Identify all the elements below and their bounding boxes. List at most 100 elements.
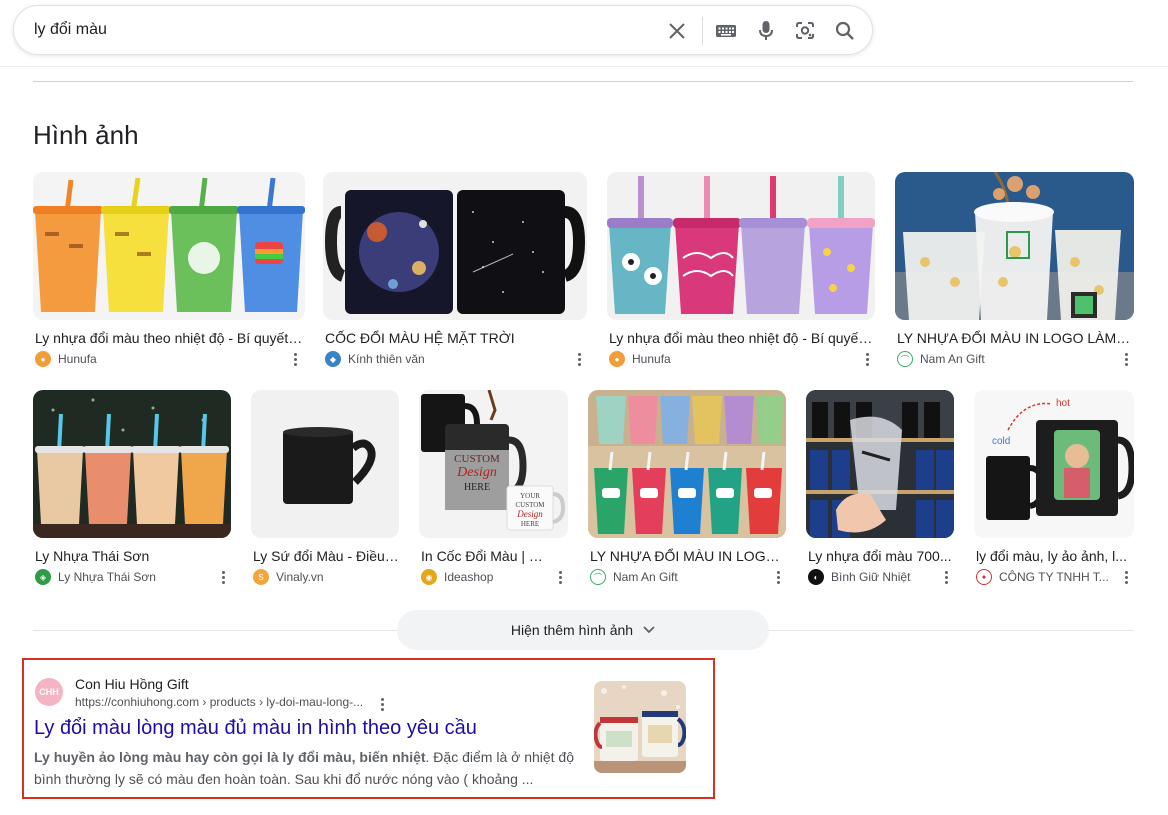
more-vert-icon[interactable] [376, 696, 388, 712]
more-vert-icon[interactable] [217, 569, 229, 585]
source-label: Bình Giữ Nhiệt [831, 570, 911, 584]
source-label: Ideashop [444, 570, 494, 584]
svg-text:HERE: HERE [464, 482, 490, 493]
svg-text:cold: cold [992, 436, 1010, 447]
image-card-1[interactable]: Ly nhựa đổi màu theo nhiệt độ - Bí quyết… [33, 172, 305, 372]
mic-icon[interactable] [754, 19, 778, 43]
image-card-title[interactable]: LY NHỰA ĐỔI MÀU IN LOGO ... [590, 548, 780, 564]
images-section-title: Hình ảnh [33, 120, 139, 150]
source-label: Nam An Gift [920, 352, 985, 366]
image-card-source[interactable]: ⌒ Nam An Gift [897, 351, 985, 367]
svg-text:CUSTOM: CUSTOM [454, 453, 500, 465]
svg-text:HERE: HERE [521, 520, 539, 528]
image-thumbnail[interactable] [33, 390, 231, 538]
image-thumbnail[interactable] [33, 172, 305, 320]
image-card-6[interactable]: Ly Sứ đổi Màu - Điều ... S Vinaly.vn [251, 390, 399, 590]
image-thumbnail[interactable] [607, 172, 875, 320]
telescope-favicon-icon: ◆ [325, 351, 341, 367]
image-card-source[interactable]: ⌒ Nam An Gift [590, 569, 678, 585]
image-thumbnail[interactable] [323, 172, 587, 320]
image-card-source[interactable]: ● Hunufa [609, 351, 671, 367]
image-card-10[interactable]: cold hot ly đổi màu, ly ảo ảnh, l... ✦ C… [974, 390, 1134, 590]
image-card-title[interactable]: In Cốc Đổi Màu | Ly ... [421, 548, 549, 564]
source-label: Nam An Gift [613, 570, 678, 584]
thai-son-favicon-icon: ◈ [35, 569, 51, 585]
nam-an-favicon-icon: ⌒ [897, 351, 913, 367]
image-card-7[interactable]: CUSTOM Design HERE YOUR CUSTOM Design HE… [419, 390, 568, 590]
search-input[interactable] [34, 15, 644, 45]
show-more-images-button[interactable]: Hiện thêm hình ảnh [397, 610, 769, 650]
site-url-text: https://conhiuhong.com › products › ly-d… [75, 695, 364, 709]
svg-text:YOUR: YOUR [520, 492, 540, 500]
image-thumbnail[interactable] [588, 390, 786, 538]
image-card-source[interactable]: S Vinaly.vn [253, 569, 324, 585]
image-card-title[interactable]: Ly Nhựa Thái Sơn [35, 548, 225, 564]
keyboard-icon[interactable] [714, 19, 738, 43]
nam-an-favicon-icon: ⌒ [590, 569, 606, 585]
lens-icon[interactable] [793, 19, 817, 43]
svg-text:CUSTOM: CUSTOM [515, 501, 545, 509]
more-vert-icon[interactable] [573, 351, 585, 367]
image-card-title[interactable]: Ly nhựa đổi màu theo nhiệt độ - Bí quyết… [609, 330, 875, 346]
image-card-title[interactable]: CỐC ĐỔI MÀU HỆ MẶT TRỜI [325, 330, 575, 346]
result-thumbnail[interactable] [594, 681, 686, 773]
image-card-9[interactable]: Ly nhựa đổi màu 700... ◐ Bình Giữ Nhiệt [806, 390, 954, 590]
image-card-title[interactable]: Ly Sứ đổi Màu - Điều ... [253, 548, 399, 564]
source-label: Vinaly.vn [276, 570, 324, 584]
header-divider [0, 66, 1168, 67]
image-card-3[interactable]: Ly nhựa đổi màu theo nhiệt độ - Bí quyết… [607, 172, 875, 372]
image-card-title[interactable]: LY NHỰA ĐỔI MÀU IN LOGO LÀM QUÀ ... [897, 330, 1134, 346]
more-vert-icon[interactable] [554, 569, 566, 585]
image-card-title[interactable]: Ly nhựa đổi màu 700... [808, 548, 954, 564]
image-card-source[interactable]: ◈ Ly Nhựa Thái Sơn [35, 569, 156, 585]
image-card-source[interactable]: ◆ Kính thiên văn [325, 351, 425, 367]
image-thumbnail[interactable]: CUSTOM Design HERE YOUR CUSTOM Design HE… [419, 390, 568, 538]
image-card-2[interactable]: CỐC ĐỔI MÀU HỆ MẶT TRỜI ◆ Kính thiên văn [323, 172, 587, 372]
chevron-down-icon [643, 626, 655, 634]
more-vert-icon[interactable] [772, 569, 784, 585]
section-divider [33, 81, 1133, 82]
image-thumbnail[interactable] [251, 390, 399, 538]
svg-text:Design: Design [516, 509, 543, 519]
site-url[interactable]: https://conhiuhong.com › products › ly-d… [75, 695, 363, 709]
svg-text:Design: Design [456, 465, 497, 480]
hunufa-favicon-icon: ● [609, 351, 625, 367]
more-vert-icon[interactable] [1120, 351, 1132, 367]
vinaly-favicon-icon: S [253, 569, 269, 585]
search-result: CHH Con Hiu Hồng Gift https://conhiuhong… [22, 658, 715, 799]
snippet-bold: Ly huyền ảo lòng màu hay còn gọi là ly đ… [34, 749, 426, 765]
image-card-title[interactable]: ly đổi màu, ly ảo ảnh, l... [976, 548, 1130, 564]
source-label: Kính thiên văn [348, 352, 425, 366]
source-label: CÔNG TY TNHH T... [999, 570, 1109, 584]
image-card-8[interactable]: LY NHỰA ĐỔI MÀU IN LOGO ... ⌒ Nam An Gif… [588, 390, 786, 590]
image-card-source[interactable]: ◐ Bình Giữ Nhiệt [808, 569, 910, 585]
hunufa-favicon-icon: ● [35, 351, 51, 367]
image-thumbnail[interactable]: cold hot [974, 390, 1134, 538]
image-thumbnail[interactable] [895, 172, 1134, 320]
result-title-link[interactable]: Ly đổi màu lòng màu đủ màu in hình theo … [34, 717, 477, 740]
result-snippet: Ly huyền ảo lòng màu hay còn gọi là ly đ… [34, 746, 579, 790]
more-vert-icon[interactable] [1120, 569, 1132, 585]
site-favicon-icon[interactable]: CHH [35, 678, 63, 706]
search-bar [13, 5, 873, 55]
image-thumbnail[interactable] [806, 390, 954, 538]
image-card-source[interactable]: ● Hunufa [35, 351, 97, 367]
more-vert-icon[interactable] [940, 569, 952, 585]
image-card-source[interactable]: ◉ Ideashop [421, 569, 493, 585]
more-vert-icon[interactable] [861, 351, 873, 367]
search-icon[interactable] [833, 19, 857, 43]
image-card-4[interactable]: LY NHỰA ĐỔI MÀU IN LOGO LÀM QUÀ ... ⌒ Na… [895, 172, 1134, 372]
search-bar-divider [702, 17, 703, 45]
source-label: Hunufa [632, 352, 671, 366]
svg-text:hot: hot [1056, 398, 1070, 409]
image-card-source[interactable]: ✦ CÔNG TY TNHH T... [976, 569, 1109, 585]
more-vert-icon[interactable] [289, 351, 301, 367]
ideashop-favicon-icon: ◉ [421, 569, 437, 585]
image-card-5[interactable]: Ly Nhựa Thái Sơn ◈ Ly Nhựa Thái Sơn [33, 390, 231, 590]
close-icon[interactable] [665, 19, 689, 43]
site-favicon-text: CHH [39, 687, 59, 697]
source-label: Hunufa [58, 352, 97, 366]
image-card-title[interactable]: Ly nhựa đổi màu theo nhiệt độ - Bí quyết… [35, 330, 303, 346]
source-label: Ly Nhựa Thái Sơn [58, 570, 156, 584]
site-name[interactable]: Con Hiu Hồng Gift [75, 676, 189, 692]
